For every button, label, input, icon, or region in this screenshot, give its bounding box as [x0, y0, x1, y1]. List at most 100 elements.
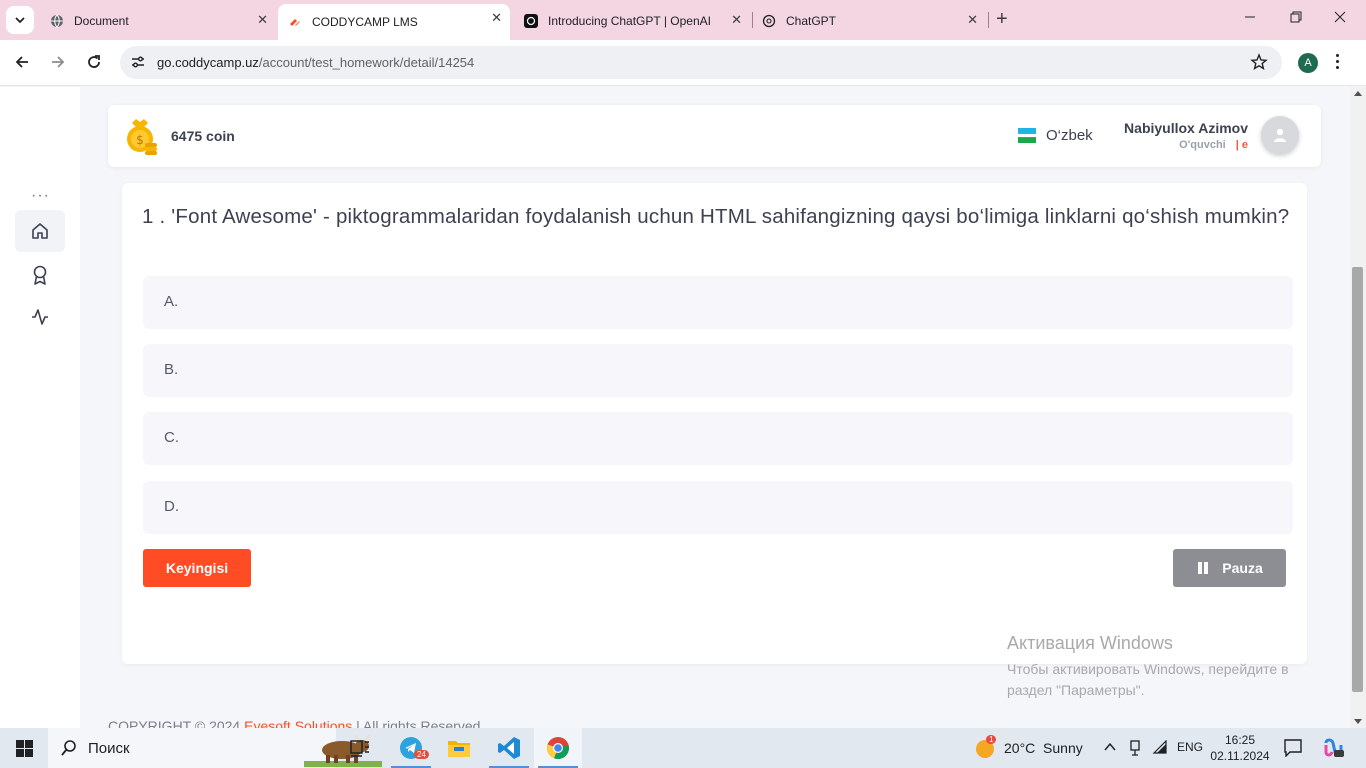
- tab-title: CODDYCAMP LMS: [312, 15, 418, 29]
- wifi-tray-button[interactable]: [1152, 739, 1168, 757]
- tab-separator: [988, 12, 989, 28]
- windows-activation-watermark: Активация Windows Чтобы активировать Win…: [1007, 633, 1289, 701]
- minimize-icon: [1245, 16, 1255, 18]
- openai-icon: [762, 14, 776, 28]
- taskbar-search[interactable]: Поиск: [48, 728, 382, 768]
- tab-document[interactable]: Document ✕: [40, 6, 276, 36]
- sidebar-item-activity[interactable]: [15, 296, 65, 338]
- forward-button[interactable]: [48, 52, 68, 72]
- close-icon[interactable]: ✕: [491, 10, 502, 26]
- keyboard-language[interactable]: ENG: [1177, 740, 1203, 754]
- tab-chatgpt[interactable]: ChatGPT ✕: [752, 6, 986, 36]
- pause-button[interactable]: Pauza: [1173, 549, 1286, 587]
- activation-line-2: раздел "Параметры".: [1007, 682, 1145, 698]
- scroll-down-icon[interactable]: [1354, 719, 1362, 724]
- footer-copyright: COPYRIGHT © 2024 Eyesoft Solutions | All…: [108, 718, 480, 728]
- avatar[interactable]: [1261, 116, 1299, 154]
- copilot-button[interactable]: [1322, 737, 1344, 762]
- option-b[interactable]: B.: [143, 344, 1293, 397]
- reload-icon: [88, 55, 100, 68]
- openai-icon: [524, 14, 538, 28]
- option-a[interactable]: A.: [143, 276, 1293, 329]
- tab-title: Introducing ChatGPT | OpenAI: [548, 14, 711, 28]
- activation-title: Активация Windows: [1007, 633, 1173, 653]
- close-window-button[interactable]: [1334, 10, 1346, 26]
- task-view-button[interactable]: [336, 728, 384, 768]
- site-settings-icon[interactable]: [130, 54, 146, 70]
- tab-search-button[interactable]: [6, 6, 34, 34]
- windows-start-icon[interactable]: [16, 740, 33, 757]
- arrow-left-icon: [15, 56, 28, 68]
- network-adapter-tray-button[interactable]: [1128, 740, 1142, 759]
- sidebar-item-awards[interactable]: [15, 254, 65, 296]
- pause-label: Pauza: [1222, 560, 1263, 576]
- file-explorer-taskbar-button[interactable]: [435, 728, 483, 768]
- header-card: $ 6475 coin O‘zbek Nabiyullox Azimov O'q…: [108, 105, 1321, 167]
- bookmark-star-icon[interactable]: [1250, 53, 1268, 71]
- weather-text: 20°C Sunny: [1004, 740, 1083, 756]
- user-icon: [1274, 128, 1286, 142]
- browser-menu-icon[interactable]: [1336, 54, 1340, 69]
- tab-coddycamp[interactable]: CODDYCAMP LMS ✕: [278, 4, 510, 40]
- show-hidden-icons-button[interactable]: [1104, 741, 1116, 755]
- clock-time: 16:25: [1224, 733, 1256, 747]
- vscode-taskbar-button[interactable]: [485, 728, 533, 768]
- back-button[interactable]: [12, 52, 32, 72]
- browser-toolbar: go.coddycamp.uz/account/test_homework/de…: [0, 40, 1366, 86]
- restore-icon: [1290, 11, 1302, 23]
- system-clock[interactable]: 16:25 02.11.2024: [1210, 732, 1270, 764]
- sidebar-item-home[interactable]: [15, 210, 65, 252]
- activity-icon: [32, 309, 48, 325]
- activation-line-1: Чтобы активировать Windows, перейдите в: [1007, 661, 1289, 677]
- task-view-icon: [350, 740, 369, 757]
- option-d[interactable]: D.: [143, 481, 1293, 534]
- home-icon: [32, 223, 48, 239]
- language-selector[interactable]: O‘zbek: [1046, 127, 1093, 144]
- copyright-suffix: | All rights Reserved: [356, 718, 481, 728]
- user-name: Nabiyullox Azimov: [1124, 120, 1248, 136]
- user-role-text: O'quvchi: [1179, 139, 1226, 151]
- chrome-icon: [547, 737, 569, 760]
- close-icon[interactable]: ✕: [257, 12, 268, 28]
- option-label: B.: [164, 361, 179, 378]
- pause-icon: [1198, 562, 1209, 574]
- question-text: 1 . 'Font Awesome' - piktogrammalaridan …: [142, 205, 1290, 228]
- address-bar[interactable]: go.coddycamp.uz/account/test_homework/de…: [120, 46, 1282, 79]
- restore-button[interactable]: [1290, 10, 1302, 26]
- folder-icon: [448, 741, 470, 757]
- arrow-right-icon: [52, 56, 65, 68]
- coddycamp-logo-icon: [290, 19, 300, 26]
- weather-widget[interactable]: 1 20°C Sunny: [974, 735, 1083, 759]
- url-path: /account/test_homework/detail/14254: [258, 55, 475, 70]
- globe-icon: [51, 14, 63, 28]
- telegram-unread-badge: 24: [414, 750, 429, 759]
- close-icon[interactable]: ✕: [731, 12, 742, 28]
- vscode-icon: [498, 737, 520, 759]
- minimize-button[interactable]: [1244, 10, 1256, 26]
- reload-button[interactable]: [84, 52, 104, 72]
- option-label: C.: [164, 429, 179, 446]
- close-icon[interactable]: ✕: [967, 12, 978, 28]
- new-tab-button[interactable]: +: [996, 9, 1008, 29]
- search-icon: [61, 740, 76, 756]
- scroll-up-icon[interactable]: [1354, 91, 1362, 96]
- option-label: A.: [164, 293, 179, 310]
- profile-avatar[interactable]: A: [1298, 53, 1318, 73]
- scrollbar-thumb[interactable]: [1352, 267, 1363, 692]
- chevron-up-icon: [1104, 742, 1116, 751]
- option-label: D.: [164, 498, 179, 515]
- option-c[interactable]: C.: [143, 412, 1293, 465]
- more-dots-icon[interactable]: ···: [31, 187, 50, 205]
- quiz-card: 1 . 'Font Awesome' - piktogrammalaridan …: [122, 183, 1307, 664]
- page-scrollbar[interactable]: [1350, 87, 1366, 728]
- notification-button[interactable]: [1284, 739, 1302, 760]
- chrome-taskbar-button[interactable]: [534, 728, 582, 768]
- coin-balance: 6475 coin: [171, 128, 235, 144]
- telegram-taskbar-button[interactable]: 24: [387, 728, 435, 768]
- tab-openai[interactable]: Introducing ChatGPT | OpenAI ✕: [514, 6, 750, 36]
- award-icon: [33, 265, 47, 285]
- next-button[interactable]: Keyingisi: [143, 549, 251, 587]
- search-placeholder: Поиск: [88, 740, 130, 757]
- footer-brand-link[interactable]: Eyesoft Solutions: [244, 718, 352, 728]
- tab-title: ChatGPT: [786, 14, 837, 28]
